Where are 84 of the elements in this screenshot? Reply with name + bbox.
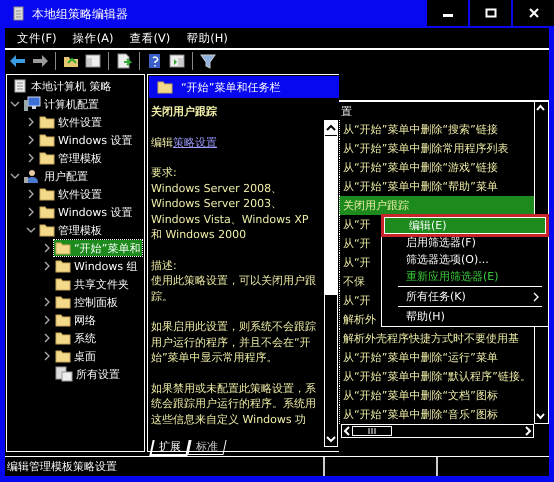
tree-item[interactable]: Windows 设置 bbox=[38, 132, 135, 148]
tree-item[interactable]: “开始”菜单和 bbox=[54, 240, 142, 256]
menu-item[interactable]: 帮助(H) bbox=[178, 30, 236, 46]
tree-item[interactable]: 网络 bbox=[54, 312, 98, 328]
forward-icon bbox=[31, 53, 49, 69]
tree-item[interactable]: 共享文件夹 bbox=[54, 276, 131, 292]
list-row[interactable]: 从“开始”菜单中删除“运行”菜单 bbox=[339, 348, 534, 367]
list-row[interactable]: 从“开始”菜单中删除“音乐”图标 bbox=[339, 405, 534, 424]
panel-icon bbox=[84, 53, 102, 69]
menu-item[interactable]: 所有任务(K) bbox=[382, 288, 548, 305]
folder-icon bbox=[55, 277, 71, 291]
menu-item[interactable]: 帮助(H) bbox=[382, 308, 548, 325]
menu-item[interactable]: 编辑(E) bbox=[384, 217, 546, 234]
category-title: “开始”菜单和任务栏 bbox=[181, 80, 280, 94]
list-row[interactable]: 从“开始”菜单中删除“游戏”链接 bbox=[339, 158, 534, 177]
tree-item[interactable]: 用户配置 bbox=[22, 168, 90, 184]
tree-item[interactable]: 系统 bbox=[54, 330, 98, 346]
maximize-button[interactable] bbox=[470, 0, 511, 26]
list-row[interactable]: 解析外壳程序快捷方式时不要使用基 bbox=[339, 329, 534, 348]
tab[interactable]: 标准 bbox=[187, 440, 227, 455]
folder-icon bbox=[55, 331, 71, 345]
scroll-thumb-icon bbox=[352, 426, 392, 436]
settings-list-icon bbox=[55, 366, 73, 382]
list-row[interactable]: 从“开始”菜单中删除“文档”图标 bbox=[339, 386, 534, 405]
list-row[interactable]: 关闭用户跟踪 bbox=[339, 196, 534, 215]
tree-item[interactable]: Windows 组 bbox=[54, 258, 140, 274]
menu-item[interactable]: 文件(F) bbox=[9, 30, 65, 46]
tree-item[interactable]: 桌面 bbox=[54, 348, 98, 364]
folder-icon bbox=[55, 349, 71, 363]
folder-icon bbox=[55, 241, 71, 255]
menu-item[interactable]: 操作(A) bbox=[64, 30, 122, 46]
user-icon bbox=[23, 168, 41, 184]
back-icon bbox=[9, 53, 27, 69]
scrollbar[interactable] bbox=[324, 120, 338, 447]
folder-icon bbox=[39, 133, 55, 147]
tree-item[interactable]: 软件设置 bbox=[38, 186, 104, 202]
list-row[interactable]: 从“开始”菜单中删除“默认程序”链接。 bbox=[339, 367, 534, 386]
tree-item[interactable]: 控制面板 bbox=[54, 294, 120, 310]
maximize-icon bbox=[484, 8, 496, 18]
folder-icon bbox=[39, 151, 55, 165]
folder-icon bbox=[157, 80, 173, 94]
list-row[interactable]: 从“开始”菜单中删除常用程序列表 bbox=[339, 139, 534, 158]
scroll-left-icon bbox=[342, 426, 352, 436]
folder-icon bbox=[39, 115, 55, 129]
tree-item[interactable]: Windows 设置 bbox=[38, 204, 135, 220]
tree-item[interactable]: 所有设置 bbox=[54, 366, 122, 382]
export-list-icon bbox=[115, 53, 133, 69]
computer-icon bbox=[23, 96, 41, 112]
scroll-up-icon bbox=[325, 121, 337, 135]
status-text: 编辑管理模板策略设置 bbox=[6, 459, 118, 474]
folder-icon bbox=[55, 259, 71, 273]
tree-item[interactable]: 管理模板 bbox=[38, 222, 104, 238]
close-icon bbox=[528, 7, 540, 19]
description-text: 如果禁用或未配置此策略设置，系统会跟踪用户运行的程序。系统用这些信息来自定义 Windows 功 bbox=[151, 380, 317, 427]
folder-icon bbox=[55, 295, 71, 309]
list-row[interactable]: 从“开始”菜单中删除“搜索”链接 bbox=[339, 120, 534, 139]
description-text: 描述: 使用此策略设置，可以关闭用户跟踪。 bbox=[151, 258, 317, 304]
folder-icon bbox=[39, 223, 55, 237]
tree-item[interactable]: 计算机配置 bbox=[22, 96, 101, 112]
policy-settings-link[interactable]: 策略设置 bbox=[173, 136, 217, 148]
minimize-button[interactable] bbox=[427, 0, 468, 26]
scroll-right-icon bbox=[523, 426, 533, 436]
column-header[interactable]: 置 bbox=[339, 100, 549, 120]
close-button[interactable] bbox=[513, 0, 554, 26]
description-text: 如果启用此设置，则系统不会跟踪用户运行的程序，并且不会在“开始”菜单中显示常用程序。 bbox=[151, 319, 317, 366]
tree-item[interactable]: 软件设置 bbox=[38, 114, 104, 130]
tree-item[interactable]: 管理模板 bbox=[38, 150, 104, 166]
menu-item[interactable]: 筛选器选项(O)... bbox=[382, 251, 548, 268]
window-title: 本地组策略编辑器 bbox=[32, 6, 128, 22]
folder-icon bbox=[39, 187, 55, 201]
panel-icon bbox=[168, 53, 186, 69]
scroll-icon bbox=[12, 78, 28, 94]
folder-icon bbox=[55, 313, 71, 327]
menu-item[interactable]: 启用筛选器(F) bbox=[382, 234, 548, 251]
setting-title: 关闭用户跟踪 bbox=[151, 104, 218, 120]
menu-item[interactable]: 查看(V) bbox=[121, 30, 178, 46]
edit-label: 编辑 bbox=[151, 136, 173, 148]
horizontal-scrollbar[interactable] bbox=[341, 424, 534, 438]
scroll-thumb[interactable] bbox=[325, 136, 337, 295]
folder-icon bbox=[39, 205, 55, 219]
description-text: 要求: Windows Server 2008、 Windows Server 2003、 Windows Vista、Windows XP 和 Windows 2000 bbox=[151, 165, 310, 242]
filter-icon bbox=[199, 53, 217, 69]
tree-item[interactable]: 本地计算机 策略 bbox=[11, 78, 114, 94]
app-icon bbox=[12, 5, 26, 23]
